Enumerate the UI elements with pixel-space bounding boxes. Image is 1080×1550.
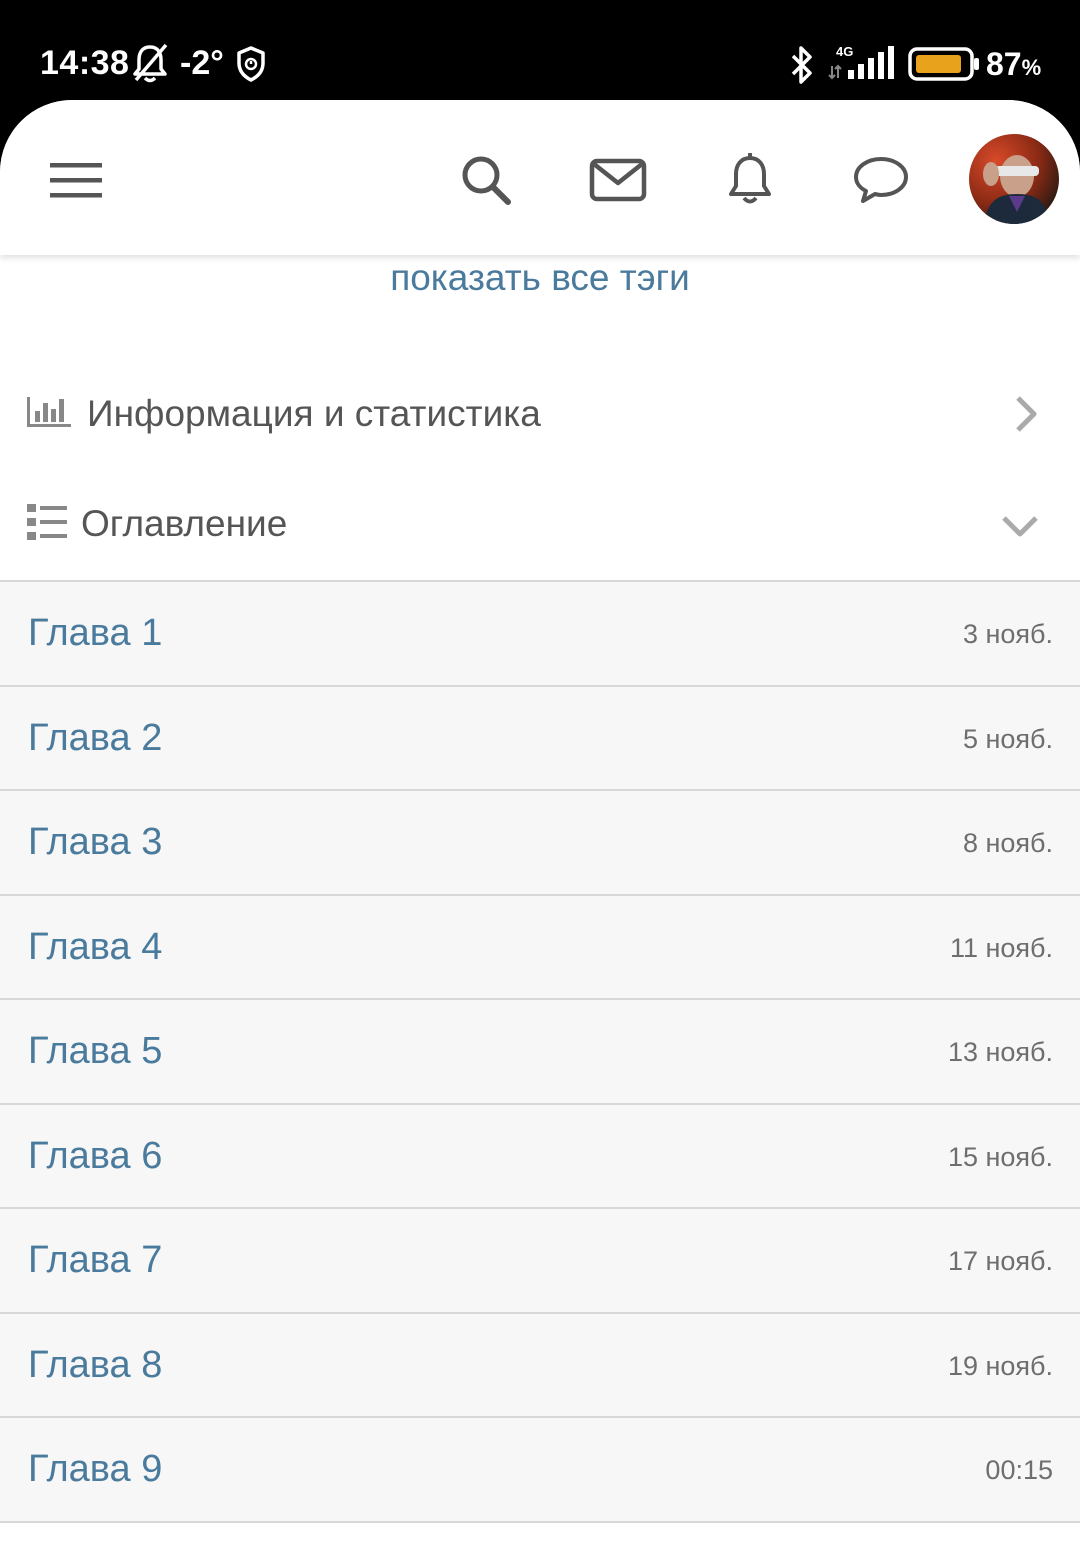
content: показать все тэги Информация и статистик… (0, 255, 1080, 1550)
chapter-title[interactable]: Глава 2 (28, 715, 162, 761)
chapter-date: 13 нояб. (947, 1037, 1053, 1067)
chapter-row[interactable]: Глава 6 15 нояб. (0, 1104, 1080, 1209)
chapter-title[interactable]: Глава 6 (28, 1133, 162, 1179)
app-header (0, 100, 1080, 255)
chevron-right-icon (1012, 394, 1040, 439)
bar-chart-icon (26, 393, 72, 434)
avatar-image (969, 134, 1059, 224)
chapter-date: 8 нояб. (962, 828, 1053, 858)
chapter-title[interactable]: Глава 5 (28, 1028, 162, 1074)
chapter-date: 5 нояб. (962, 723, 1053, 754)
chapter-list: Глава 1 3 нояб. Глава 2 5 нояб. Глава 3 … (0, 580, 1080, 1523)
chapter-row[interactable]: Глава 3 8 нояб. (0, 791, 1080, 896)
battery-icon (908, 47, 980, 86)
chapter-row[interactable]: Глава 4 11 нояб. (0, 895, 1080, 1000)
chapter-title[interactable]: Глава 3 (28, 819, 162, 865)
status-temperature: -2° (180, 44, 224, 82)
chapter-title[interactable]: Глава 1 (28, 610, 162, 656)
bell-icon (729, 153, 771, 204)
chapter-date: 15 нояб. (947, 1141, 1053, 1172)
mail-button[interactable] (578, 140, 658, 220)
network-label: 4G (836, 44, 853, 59)
notifications-button[interactable] (710, 140, 790, 220)
chapter-row[interactable]: Глава 8 19 нояб. (0, 1313, 1080, 1418)
chapter-title[interactable]: Глава 9 (28, 1446, 162, 1492)
chapter-title[interactable]: Глава 7 (28, 1237, 162, 1283)
avatar[interactable] (969, 134, 1059, 224)
chapter-row[interactable]: Глава 5 13 нояб. (0, 1000, 1080, 1105)
info-stats-section[interactable]: Информация и статистика (0, 380, 1080, 450)
chapter-row[interactable]: Глава 1 3 нояб. (0, 582, 1080, 687)
app-surface: показать все тэги Информация и статистик… (0, 100, 1080, 1550)
chat-icon (854, 157, 908, 203)
shield-icon (236, 46, 266, 87)
chapter-date: 19 нояб. (947, 1350, 1053, 1381)
chapter-row[interactable]: Глава 7 17 нояб. (0, 1209, 1080, 1314)
list-icon (26, 502, 68, 547)
toc-section[interactable]: Оглавление (0, 490, 1080, 560)
signal-icon: 4G (828, 42, 898, 87)
chapter-row[interactable]: Глава 2 5 нояб. (0, 686, 1080, 791)
chapter-date: 3 нояб. (962, 619, 1053, 649)
chapter-date: 17 нояб. (947, 1246, 1053, 1276)
search-button[interactable] (446, 140, 526, 220)
mail-icon (589, 158, 647, 202)
chapter-date: 11 нояб. (949, 932, 1053, 963)
status-time: 14:38 (40, 44, 130, 82)
toc-label: Оглавление (81, 503, 288, 544)
battery-percent: 87% (986, 46, 1042, 82)
bell-muted-icon (130, 42, 170, 89)
chapter-row[interactable]: Глава 9 00:15 (0, 1418, 1080, 1523)
chapter-title[interactable]: Глава 8 (28, 1342, 162, 1388)
chevron-down-icon (1000, 512, 1040, 545)
search-icon (462, 156, 511, 205)
menu-button[interactable] (37, 140, 117, 220)
info-stats-label: Информация и статистика (87, 393, 541, 434)
chat-button[interactable] (841, 140, 921, 220)
bluetooth-icon (788, 44, 816, 91)
menu-icon (50, 163, 102, 198)
show-all-tags-link[interactable]: показать все тэги (0, 255, 1080, 301)
chapter-title[interactable]: Глава 4 (28, 924, 162, 970)
chapter-date: 00:15 (985, 1455, 1053, 1485)
